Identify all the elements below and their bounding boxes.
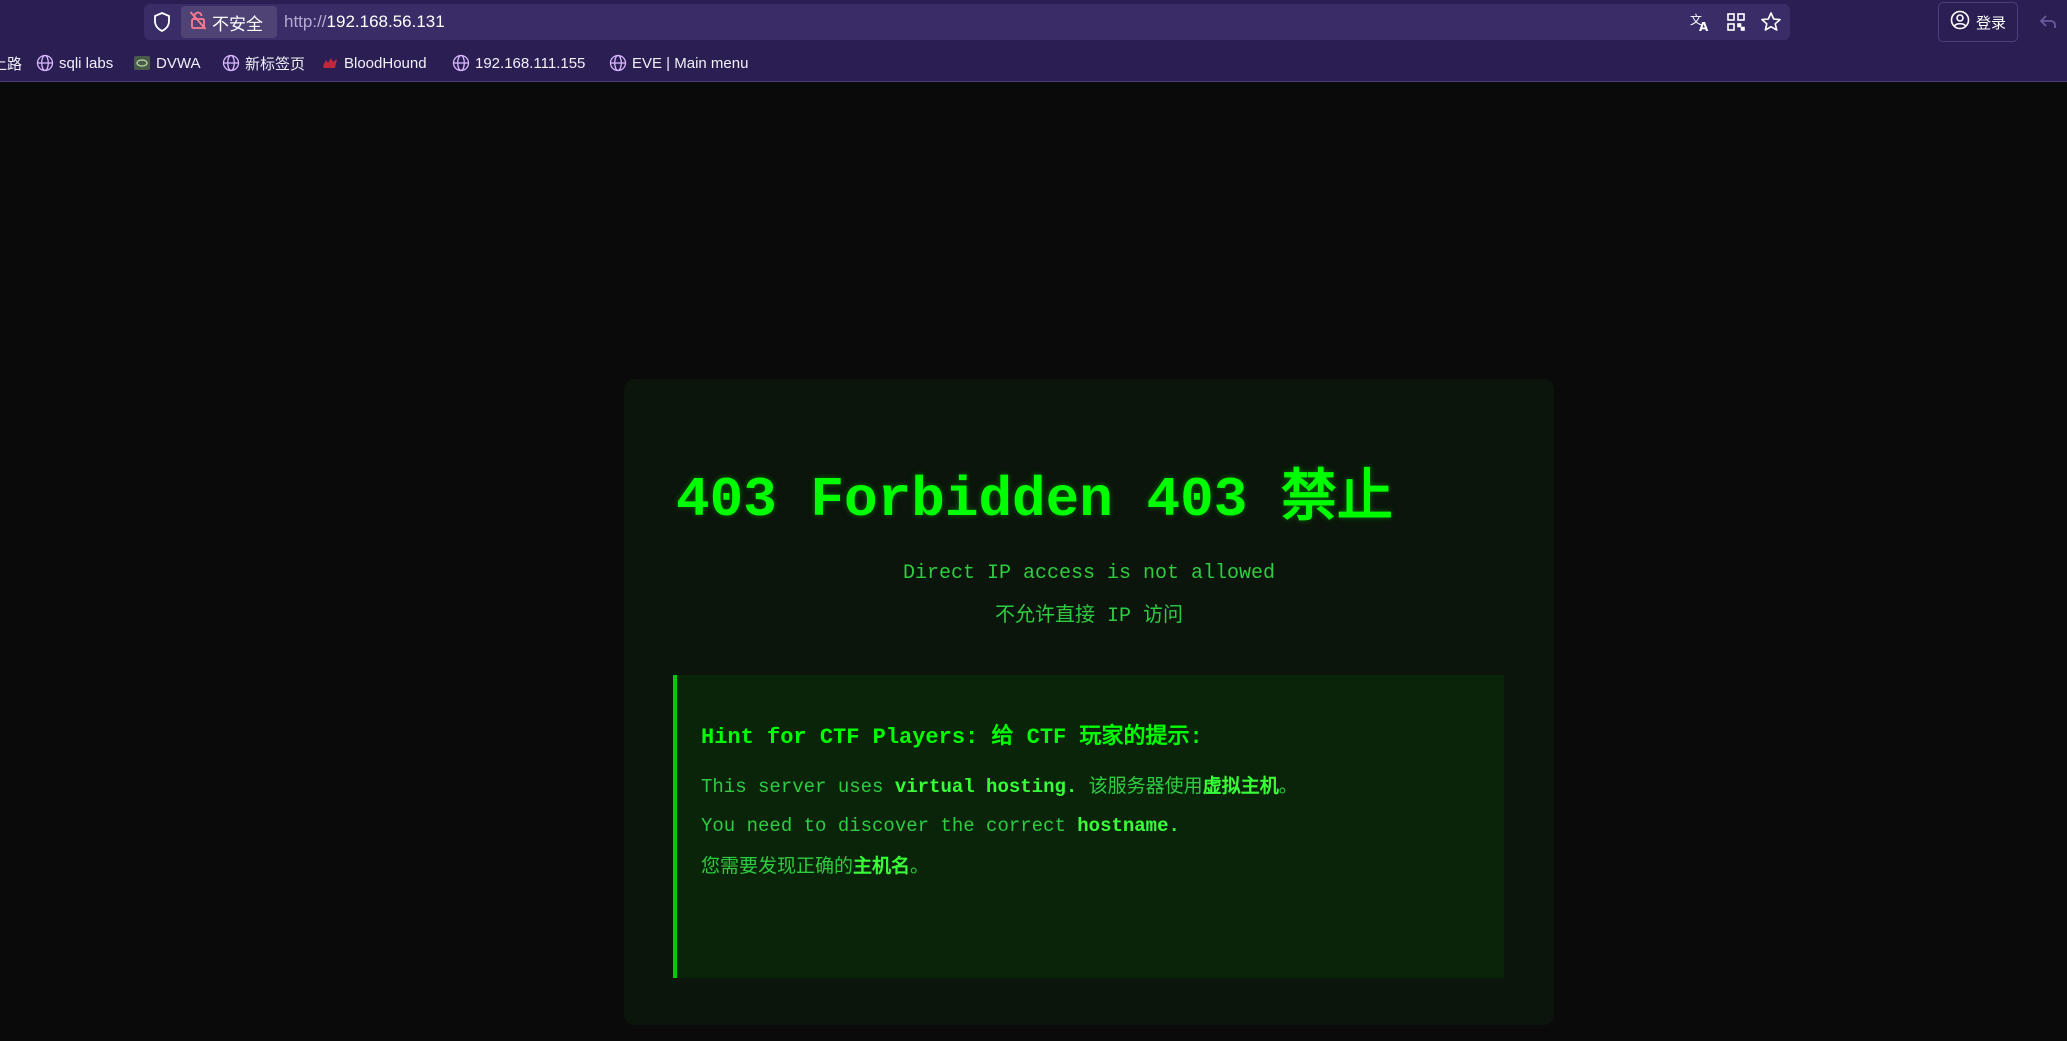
hint-text: This server uses (701, 776, 895, 798)
signin-button[interactable]: 登录 (1938, 2, 2018, 42)
bookmark-item[interactable]: EVE | Main menu (609, 52, 748, 74)
hint-text: 该服务器使用 (1077, 776, 1203, 798)
hint-text: You need to discover the correct (701, 815, 1078, 837)
site-insecure-button[interactable]: 不安全 (181, 6, 277, 38)
qr-code-icon[interactable] (1724, 10, 1748, 34)
bookmark-label: 上路 (0, 55, 23, 73)
bookmark-item[interactable]: sqli labs (36, 52, 113, 74)
url-host: 192.168.56.131 (326, 12, 445, 31)
hint-line-hostname: You need to discover the correct hostnam… (701, 815, 1180, 837)
hint-line-hostname-cn: 您需要发现正确的主机名。 (701, 851, 929, 878)
hint-title: Hint for CTF Players: 给 CTF 玩家的提示: (701, 725, 1203, 750)
bookmark-item[interactable]: 新标签页 (222, 52, 305, 74)
bookmark-item[interactable]: DVWA (133, 52, 200, 74)
bookmark-item[interactable]: 192.168.111.155 (452, 52, 585, 74)
bookmark-label: sqli labs (59, 54, 114, 72)
globe-icon (452, 54, 470, 72)
hint-emphasis: 主机名 (853, 856, 911, 878)
globe-icon (36, 54, 54, 72)
globe-icon (609, 54, 627, 72)
browser-toolbar: 不安全 http://192.168.56.131 文 A 登录 (0, 0, 2067, 44)
hint-emphasis: virtual hosting. (894, 776, 1078, 798)
bookmark-label: 新标签页 (245, 55, 306, 73)
signin-label: 登录 (1975, 13, 2006, 32)
bookmarks-bar: 上路 sqli labs DVWA 新标签页 (0, 44, 2067, 82)
hint-emphasis: hostname. (1077, 815, 1180, 837)
subtitle-en: Direct IP access is not allowed (902, 562, 1276, 585)
insecure-lock-icon (189, 10, 207, 35)
globe-icon (222, 54, 240, 72)
url-scheme: http:// (284, 12, 327, 31)
account-icon (1950, 10, 1970, 34)
translate-icon[interactable]: 文 A (1688, 10, 1712, 34)
subtitle-cn: 不允许直接 IP 访问 (994, 605, 1183, 628)
bookmark-star-icon[interactable] (1759, 10, 1783, 34)
bookmark-label: 192.168.111.155 (475, 54, 586, 72)
dvwa-icon (133, 54, 151, 72)
shield-icon[interactable] (150, 10, 174, 34)
bookmark-item[interactable]: BloodHound (321, 52, 427, 74)
hint-emphasis: 虚拟主机 (1202, 776, 1279, 798)
bookmark-label: EVE | Main menu (632, 54, 749, 72)
insecure-label: 不安全 (212, 14, 263, 35)
hint-text: 您需要发现正确的 (701, 856, 854, 878)
hint-text: 。 (910, 856, 930, 878)
svg-text:A: A (1699, 20, 1709, 33)
bloodhound-icon (321, 54, 339, 72)
page-title: 403 Forbidden 403 禁止 (676, 468, 1393, 532)
url-text[interactable]: http://192.168.56.131 (284, 10, 445, 34)
bookmark-item[interactable]: 上路 (0, 52, 22, 74)
bookmark-label: DVWA (156, 54, 201, 72)
hint-line-virtual-hosting: This server uses virtual hosting. 该服务器使用… (701, 771, 1298, 798)
bookmark-label: BloodHound (344, 54, 427, 72)
hint-text: 。 (1278, 776, 1298, 798)
back-arrow-icon[interactable] (2036, 10, 2060, 34)
